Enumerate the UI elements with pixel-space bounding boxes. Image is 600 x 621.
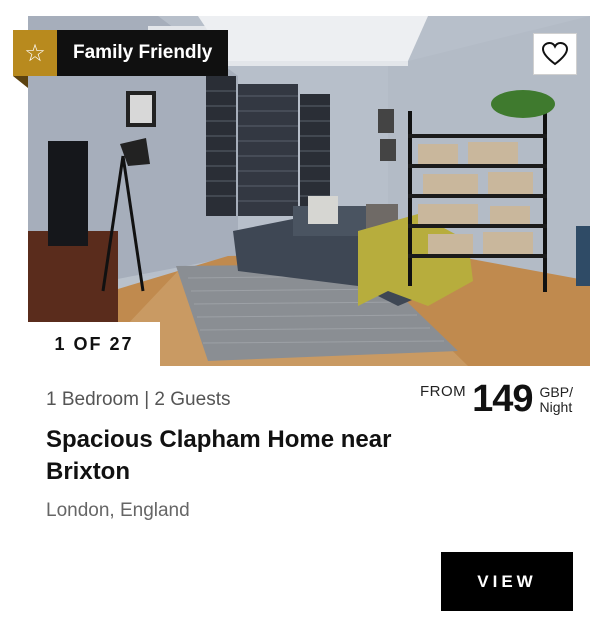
heart-icon — [542, 42, 568, 66]
price-prefix: FROM — [419, 383, 467, 400]
favorite-button[interactable] — [533, 33, 577, 75]
view-button[interactable]: VIEW — [441, 552, 573, 611]
family-friendly-badge: ☆ Family Friendly — [13, 30, 229, 76]
listing-capacity: 1 Bedroom | 2 Guests — [46, 389, 231, 410]
price-amount: 149 — [472, 378, 533, 420]
photo-counter: 1 OF 27 — [28, 322, 160, 366]
price-period: Night — [539, 398, 573, 415]
badge-label: Family Friendly — [57, 30, 229, 76]
star-icon: ☆ — [13, 30, 57, 76]
price-currency: GBP/ — [539, 383, 573, 400]
listing-card: ☆ Family Friendly 1 OF 27 1 Bedroom | 2 … — [0, 0, 600, 621]
price-unit: GBP/ Night — [539, 383, 573, 415]
price-block: FROM 149 GBP/ Night — [420, 378, 573, 421]
badge-fold — [13, 76, 28, 88]
listing-location: London, England — [46, 500, 190, 521]
listing-title[interactable]: Spacious Clapham Home near Brixton — [46, 424, 466, 488]
